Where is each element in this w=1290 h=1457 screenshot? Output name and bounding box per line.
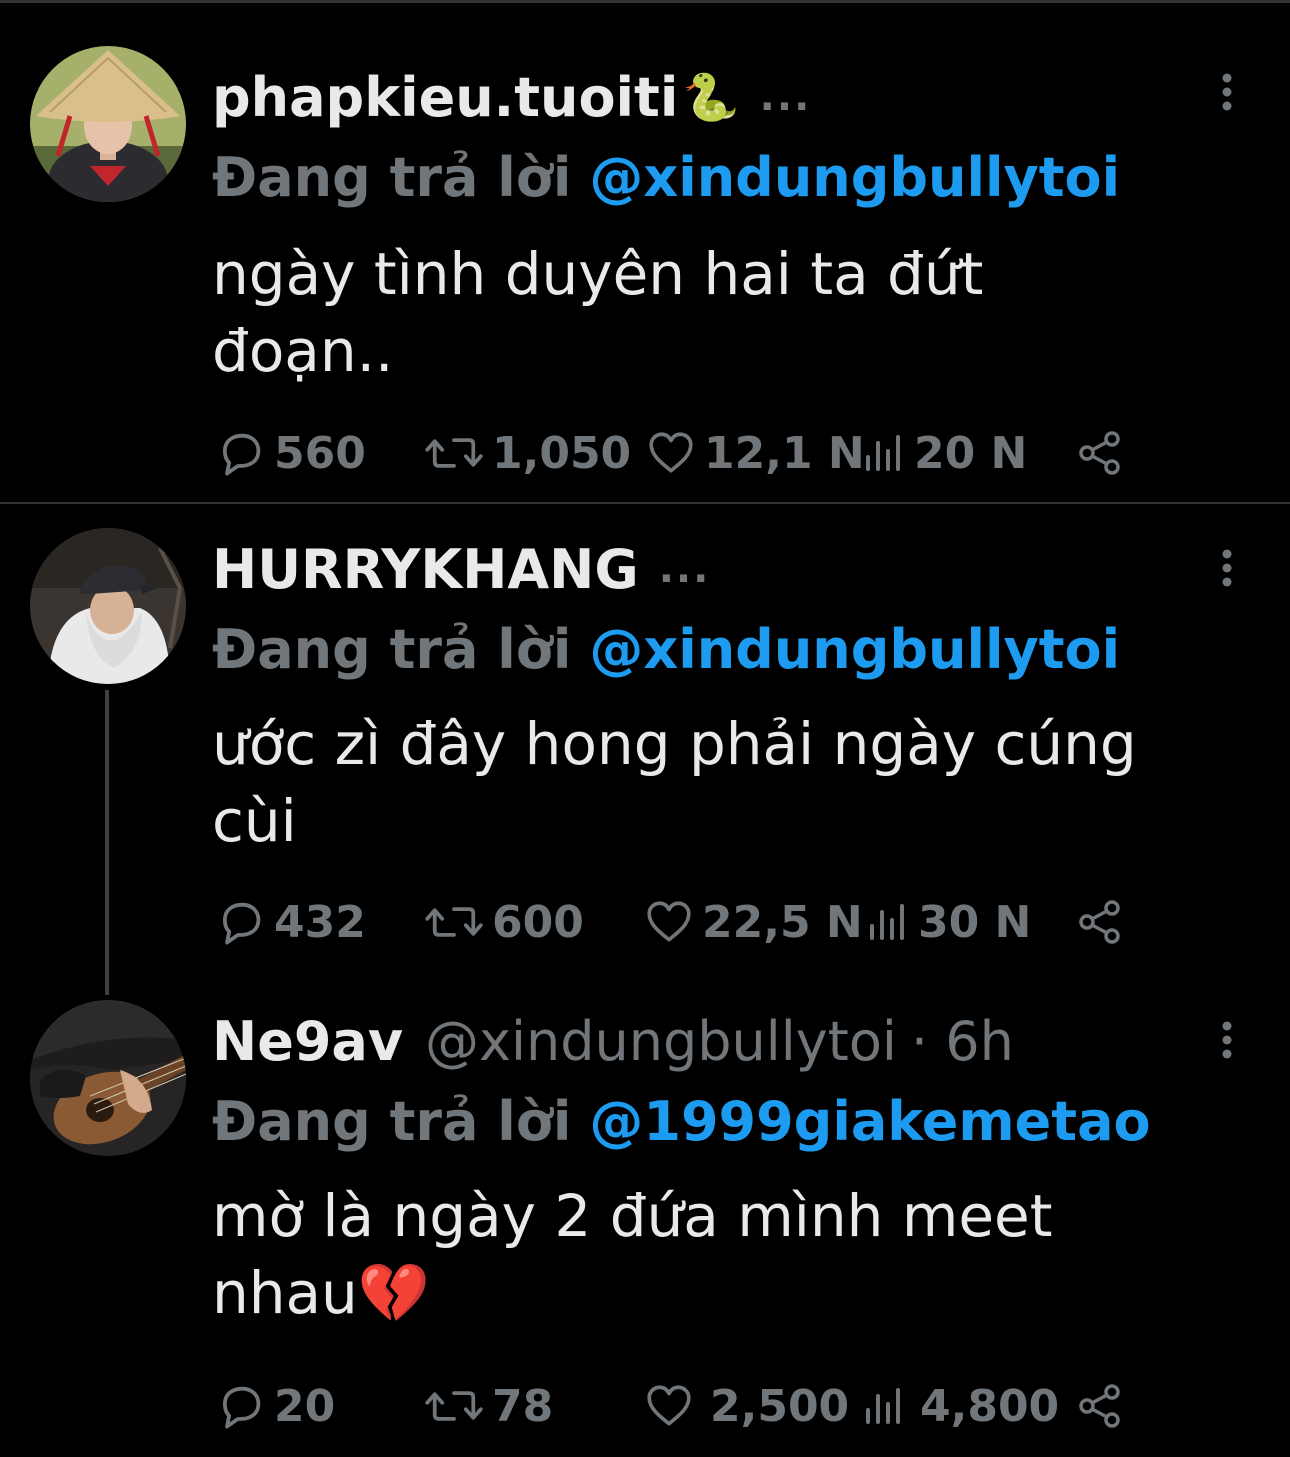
heart-icon [647,1385,691,1426]
replying-to: Đang trả lời @xindungbullytoi [212,614,1120,684]
reply-count: 560 [274,427,366,479]
avatar[interactable] [30,1000,186,1156]
more-options-icon[interactable] [1212,72,1242,112]
display-name[interactable]: HURRYKHANG [212,538,639,601]
tweet-header: HURRYKHANG ... [212,534,710,604]
tweet-text: mờ là ngày 2 đứa mình meet nhau💔 [212,1178,1242,1332]
avatar-conical-hat-icon [30,46,186,202]
tweet-text-line: đoạn.. [212,317,394,385]
replying-to-label: Đang trả lời [212,1089,572,1153]
reply-button[interactable]: 20 [214,1376,335,1436]
action-bar: 432 600 22,5 N 30 N [0,892,1290,952]
tweet-header: phapkieu.tuoiti 🐍 ... [212,62,811,132]
retweet-button[interactable]: 1,050 [424,423,631,483]
reply-button[interactable]: 560 [214,423,366,483]
tweet-header: Ne9av @xindungbullytoi · 6h [212,1006,1014,1076]
display-name[interactable]: Ne9av [212,1010,403,1073]
like-button[interactable]: 22,5 N [644,892,863,952]
action-bar: 560 1,050 12,1 N 20 N [0,423,1290,483]
heart-icon [649,432,693,473]
reply-icon [222,433,261,476]
share-button[interactable] [1076,1376,1124,1436]
share-button[interactable] [1076,892,1124,952]
more-options-icon[interactable] [1212,1020,1242,1060]
like-count: 22,5 N [702,896,863,948]
retweet-icon [425,1391,483,1421]
avatar[interactable] [30,528,186,684]
tweet-text-line: cùi [212,787,297,855]
share-icon [1079,900,1120,944]
top-divider [0,0,1290,3]
like-count: 2,500 [710,1380,850,1432]
share-icon [1079,1384,1120,1428]
replying-to-label: Đang trả lời [212,617,572,681]
replying-to-label: Đang trả lời [212,145,572,209]
tweet-text-line: nhau💔 [212,1259,431,1327]
reply-count: 432 [274,896,366,948]
retweet-button[interactable]: 600 [424,892,584,952]
avatar-guitar-icon [30,1000,186,1156]
replying-to: Đang trả lời @1999giakemetao [212,1086,1151,1156]
heart-icon [647,901,691,942]
truncation-ellipsis: ... [658,546,711,592]
reply-button[interactable]: 432 [214,892,366,952]
tweet-text-line: ước zì đây hong phải ngày cúng [212,710,1137,778]
views-icon [866,435,900,471]
retweet-icon [425,907,483,937]
reply-icon [222,1386,261,1429]
reply-count: 20 [274,1380,336,1432]
tweet-divider [0,502,1290,504]
avatar[interactable] [30,46,186,202]
view-count: 30 N [918,896,1032,948]
views-icon [866,1388,900,1424]
retweet-icon [425,438,483,468]
view-count: 4,800 [920,1380,1060,1432]
tweet-text-line: mờ là ngày 2 đứa mình meet [212,1182,1053,1250]
snake-emoji: 🐍 [682,69,740,124]
tweet-text: ngày tình duyên hai ta đứt đoạn.. [212,236,1242,390]
truncation-ellipsis: ... [759,74,812,120]
user-handle[interactable]: @xindungbullytoi [425,1010,897,1073]
views-icon [870,904,904,940]
timestamp[interactable]: · 6h [911,1010,1014,1073]
more-options-icon[interactable] [1212,548,1242,588]
tweet-text: ước zì đây hong phải ngày cúng cùi [212,706,1242,860]
like-count: 12,1 N [704,427,865,479]
retweet-count: 600 [492,896,584,948]
mention-link[interactable]: @xindungbullytoi [589,146,1120,209]
replying-to: Đang trả lời @xindungbullytoi [212,142,1120,212]
like-button[interactable]: 12,1 N [646,423,865,483]
retweet-button[interactable]: 78 [424,1376,553,1436]
like-button[interactable]: 2,500 [644,1376,849,1436]
retweet-count: 1,050 [492,427,632,479]
avatar-cap-hoodie-icon [30,528,186,684]
mention-link[interactable]: @1999giakemetao [589,1090,1150,1153]
mention-link[interactable]: @xindungbullytoi [589,618,1120,681]
view-count: 20 N [914,427,1028,479]
tweet-text-line: ngày tình duyên hai ta đứt [212,240,984,308]
views-button[interactable]: 20 N [862,423,1027,483]
views-button[interactable]: 4,800 [862,1376,1059,1436]
retweet-count: 78 [492,1380,554,1432]
action-bar: 20 78 2,500 4,800 [0,1376,1290,1436]
views-button[interactable]: 30 N [866,892,1031,952]
share-button[interactable] [1076,423,1124,483]
share-icon [1079,431,1120,475]
display-name[interactable]: phapkieu.tuoiti [212,66,678,129]
reply-icon [222,902,261,945]
